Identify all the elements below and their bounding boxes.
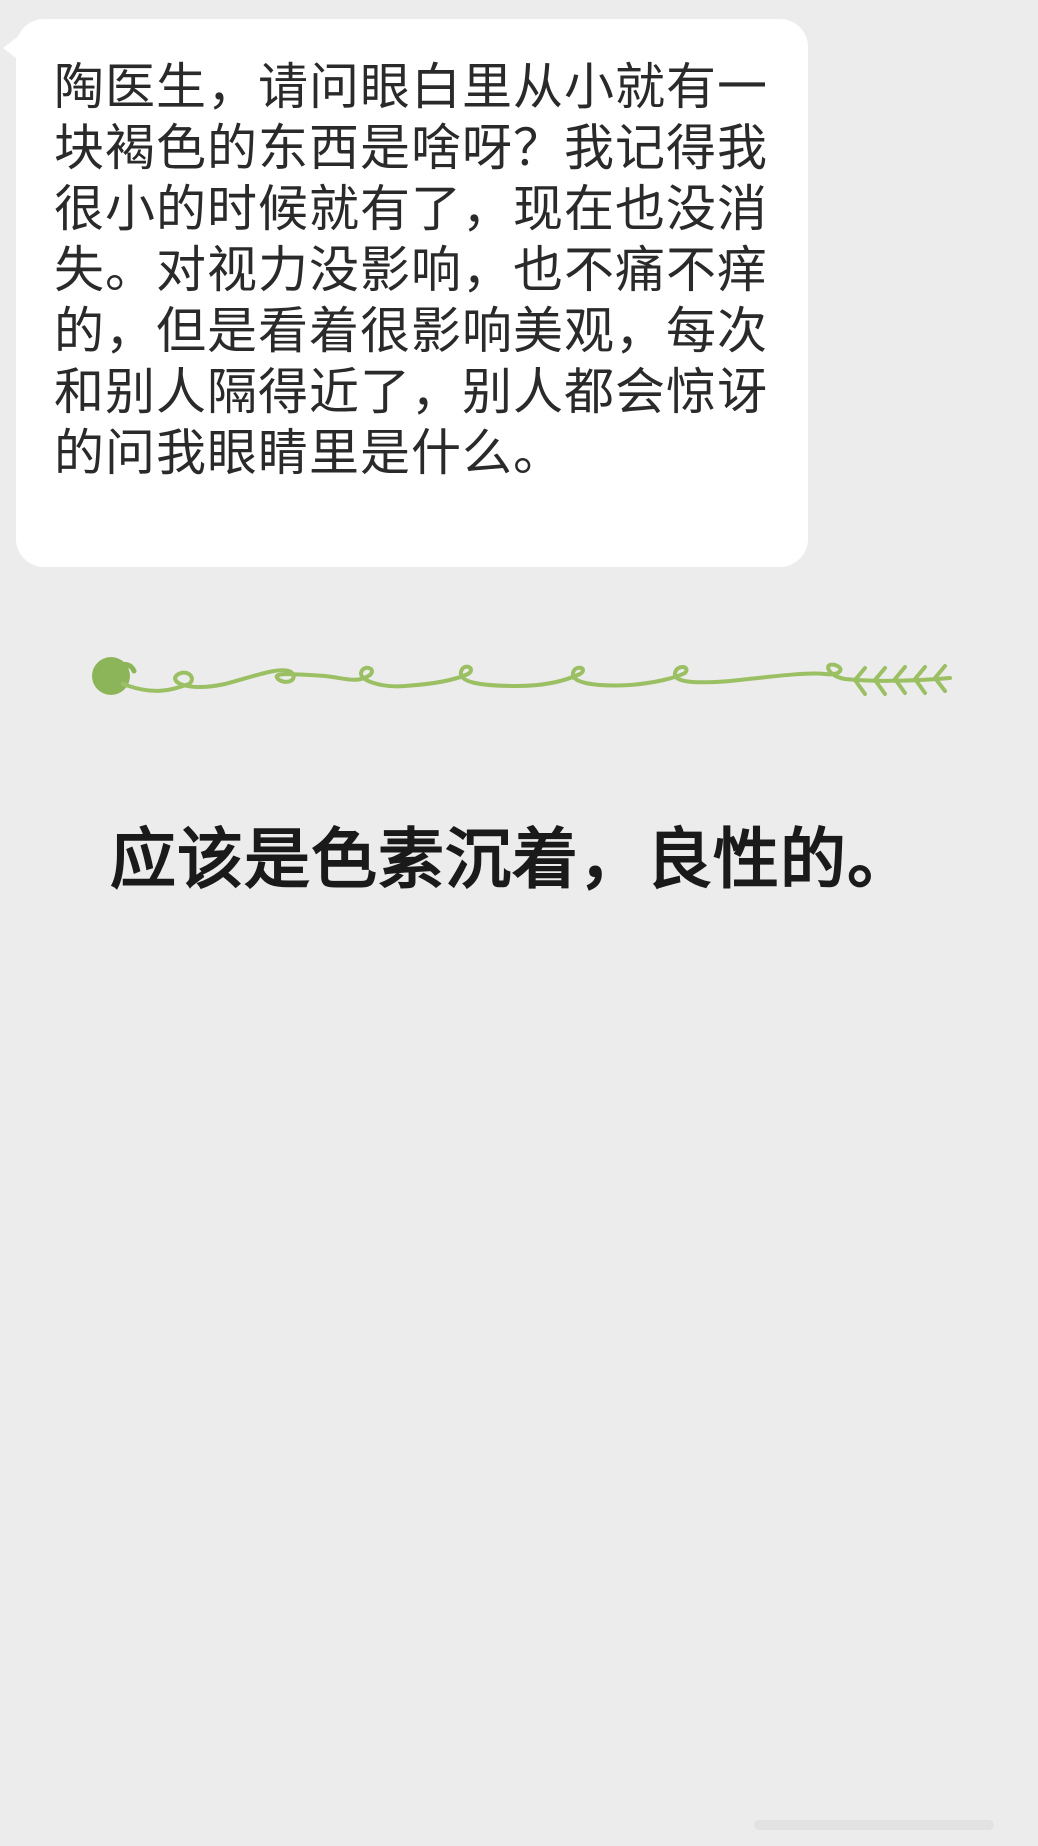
question-bubble[interactable]: 陶医生，请问眼白里从小就有一块褐色的东西是啥呀？我记得我很小的时候就有了，现在也… xyxy=(16,19,808,567)
question-text: 陶医生，请问眼白里从小就有一块褐色的东西是啥呀？我记得我很小的时候就有了，现在也… xyxy=(54,58,768,482)
vine-divider-icon xyxy=(92,657,952,696)
answer-text: 应该是色素沉着，良性的。 xyxy=(110,821,914,898)
scroll-indicator[interactable] xyxy=(754,1820,994,1830)
